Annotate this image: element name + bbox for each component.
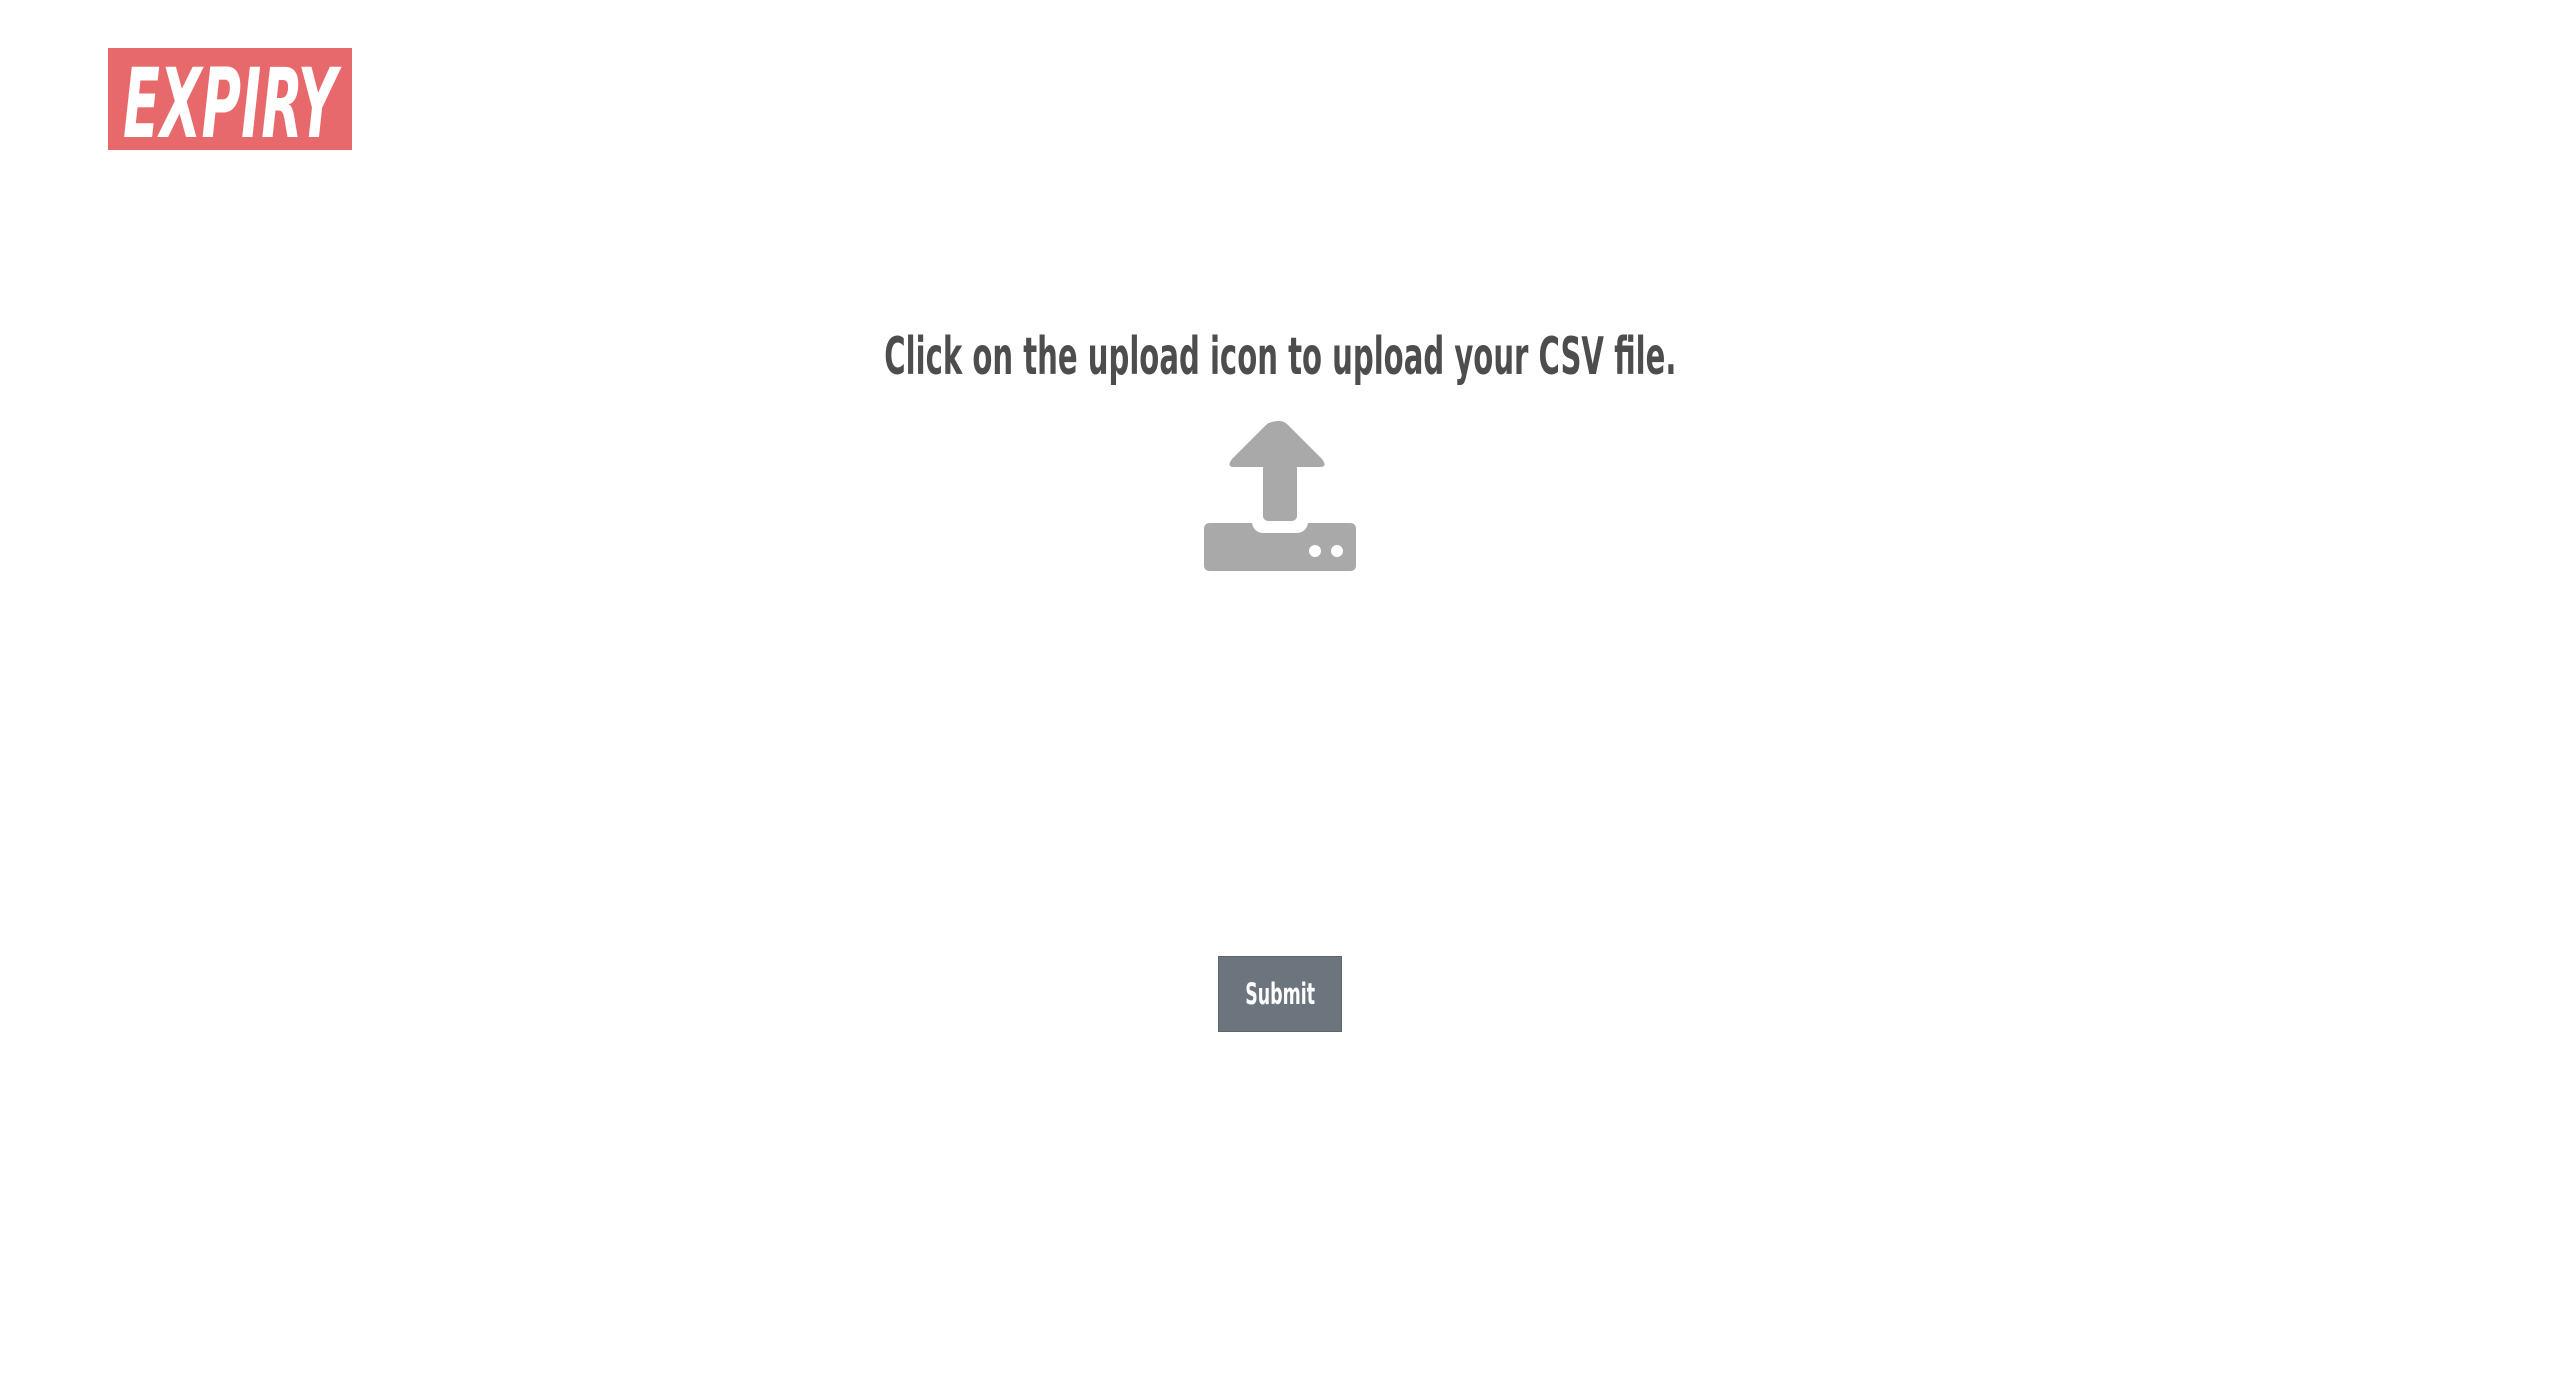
upload-button[interactable]: [1200, 415, 1360, 575]
upload-tray-icon: [1204, 421, 1356, 571]
instruction-text: Click on the upload icon to upload your …: [883, 326, 1677, 387]
logo-wordmark: EXPIRY: [123, 48, 342, 150]
logo-text: EXPIRY: [123, 48, 342, 150]
expiry-logo[interactable]: EXPIRY: [108, 48, 352, 150]
submit-button[interactable]: Submit: [1218, 956, 1342, 1032]
page-instruction: Click on the upload icon to upload your …: [0, 317, 2560, 397]
submit-label: Submit: [1245, 977, 1315, 1011]
